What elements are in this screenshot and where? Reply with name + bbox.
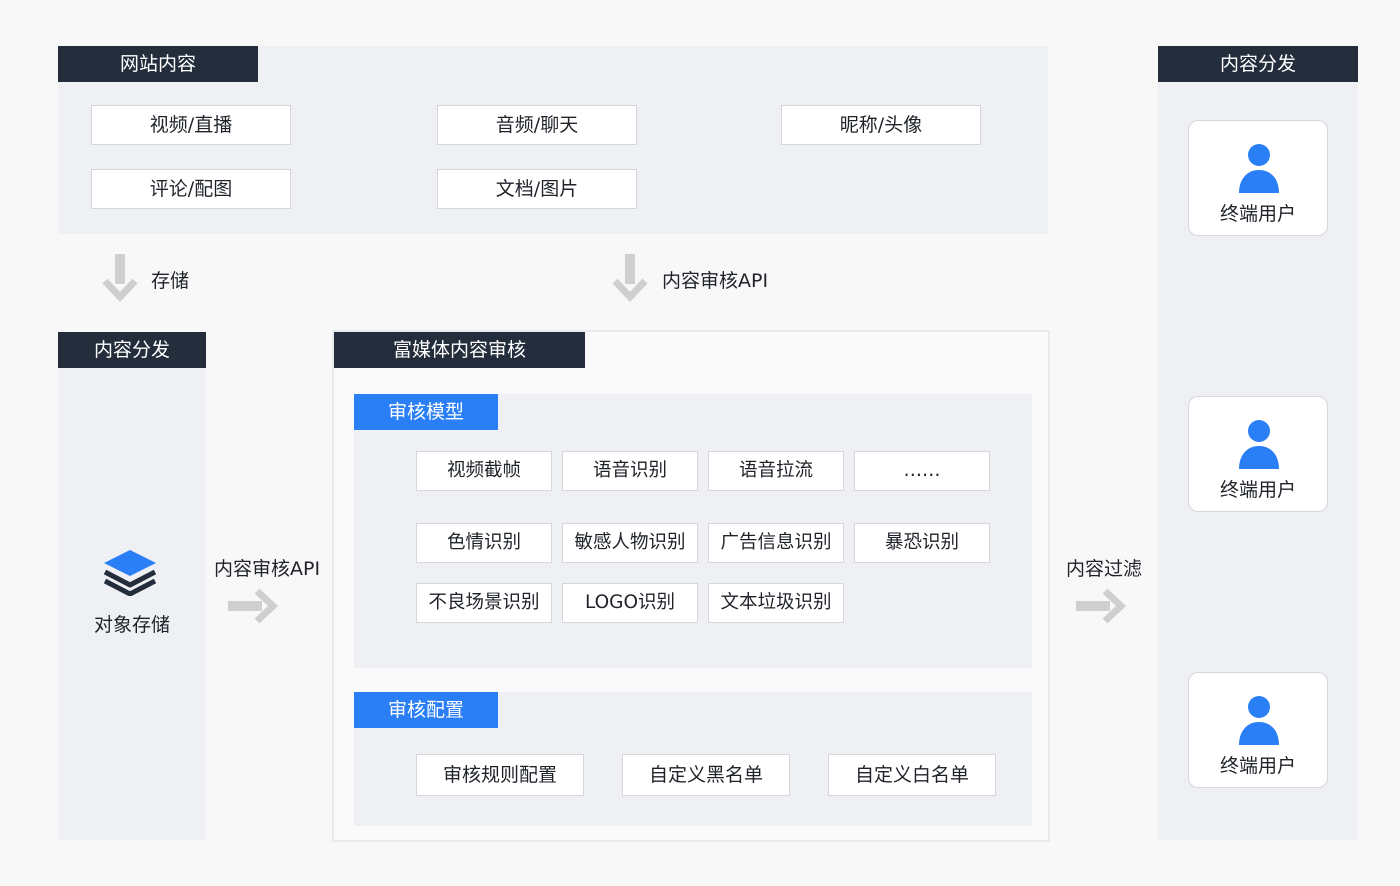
end-user-label: 终端用户	[1219, 479, 1296, 501]
down-arrow-icon	[102, 254, 138, 302]
review-config-panel: 审核配置 审核规则配置 自定义黑名单 自定义白名单	[354, 692, 1032, 826]
object-storage-label: 对象存储	[93, 614, 170, 636]
rich-media-review-title: 富媒体内容审核	[334, 332, 585, 368]
layers-icon	[103, 550, 157, 596]
api-arrow-label-top: 内容审核API	[662, 270, 769, 292]
config-whitelist: 自定义白名单	[828, 754, 996, 796]
model-speech-stream: 语音拉流	[708, 451, 844, 491]
right-distribution-panel: 内容分发 终端用户 终端用户 终端用户	[1158, 46, 1358, 840]
review-config-title: 审核配置	[354, 692, 498, 728]
model-terror-detection: 暴恐识别	[854, 523, 990, 563]
left-distribution-panel: 内容分发 对象存储	[58, 332, 206, 840]
user-icon	[1239, 420, 1279, 469]
content-type-document: 文档/图片	[437, 169, 637, 209]
down-arrow-icon	[612, 254, 648, 302]
model-ad-detection: 广告信息识别	[708, 523, 844, 563]
model-video-frame: 视频截帧	[416, 451, 552, 491]
model-bad-scene: 不良场景识别	[416, 583, 552, 623]
model-more: ……	[854, 451, 990, 491]
config-blacklist: 自定义黑名单	[622, 754, 790, 796]
end-user-label: 终端用户	[1219, 755, 1296, 777]
user-icon	[1239, 696, 1279, 745]
content-type-audio: 音频/聊天	[437, 105, 637, 145]
website-content-title: 网站内容	[58, 46, 258, 82]
storage-arrow-label: 存储	[151, 270, 190, 292]
right-arrow-icon	[228, 588, 278, 624]
review-model-title: 审核模型	[354, 394, 498, 430]
right-arrow-icon	[1076, 588, 1126, 624]
content-type-comment: 评论/配图	[91, 169, 291, 209]
website-content-panel: 网站内容 视频/直播 音频/聊天 昵称/头像 评论/配图 文档/图片	[58, 46, 1048, 234]
model-logo-detection: LOGO识别	[562, 583, 698, 623]
filter-arrow-label: 内容过滤	[1066, 558, 1143, 580]
rich-media-review-panel: 富媒体内容审核 审核模型 视频截帧 语音识别 语音拉流 …… 色情识别 敏感人物…	[332, 330, 1050, 842]
review-model-panel: 审核模型 视频截帧 语音识别 语音拉流 …… 色情识别 敏感人物识别 广告信息识…	[354, 394, 1032, 668]
model-text-spam: 文本垃圾识别	[708, 583, 844, 623]
model-sensitive-person: 敏感人物识别	[562, 523, 698, 563]
end-user-card: 终端用户	[1188, 120, 1328, 236]
end-user-card: 终端用户	[1188, 396, 1328, 512]
content-type-nickname: 昵称/头像	[781, 105, 981, 145]
end-user-label: 终端用户	[1219, 203, 1296, 225]
user-icon	[1239, 144, 1279, 193]
model-porn-detection: 色情识别	[416, 523, 552, 563]
model-speech-recognition: 语音识别	[562, 451, 698, 491]
content-type-video: 视频/直播	[91, 105, 291, 145]
left-distribution-title: 内容分发	[58, 332, 206, 368]
api-arrow-label-mid: 内容审核API	[214, 558, 321, 580]
right-distribution-title: 内容分发	[1158, 46, 1358, 82]
end-user-card: 终端用户	[1188, 672, 1328, 788]
config-rules: 审核规则配置	[416, 754, 584, 796]
